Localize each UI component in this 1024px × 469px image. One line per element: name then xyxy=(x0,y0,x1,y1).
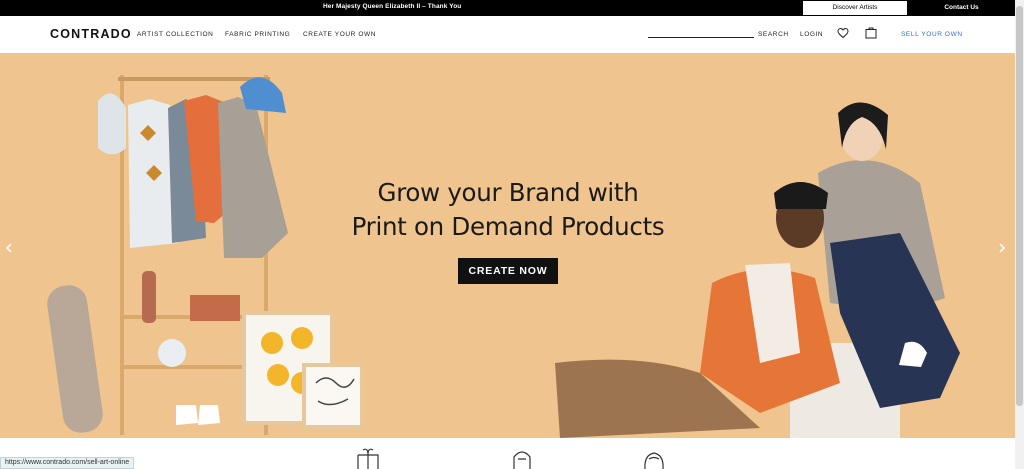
hero-banner[interactable]: Grow your Brand with Print on Demand Pro… xyxy=(0,53,1015,438)
nav-create-your-own[interactable]: CREATE YOUR OWN xyxy=(303,31,376,38)
contact-us-button[interactable]: Contact Us xyxy=(908,0,1015,16)
hero-illustration xyxy=(47,75,960,438)
heart-icon[interactable] xyxy=(837,27,849,39)
create-now-button[interactable]: CREATE NOW xyxy=(458,258,558,284)
gift-icon xyxy=(357,448,379,469)
hero-headline: Grow your Brand with Print on Demand Pro… xyxy=(320,176,696,244)
chevron-right-icon[interactable] xyxy=(996,242,1008,254)
site-header: CONTRADO ARTIST COLLECTION FABRIC PRINTI… xyxy=(0,16,1015,53)
announcement-message[interactable]: Her Majesty Queen Elizabeth II – Thank Y… xyxy=(323,3,461,10)
nav-fabric-printing[interactable]: FABRIC PRINTING xyxy=(225,31,290,38)
cushion-icon xyxy=(644,452,664,469)
search-input[interactable] xyxy=(648,37,754,38)
hero-headline-line1: Grow your Brand with xyxy=(377,178,639,207)
status-bar-url: https://www.contrado.com/sell-art-online xyxy=(0,457,135,469)
announcement-bar: Her Majesty Queen Elizabeth II – Thank Y… xyxy=(0,0,1015,16)
search-button[interactable]: SEARCH xyxy=(758,31,789,38)
discover-artists-button[interactable]: Discover Artists xyxy=(802,0,908,16)
sell-your-own-link[interactable]: SELL YOUR OWN xyxy=(901,31,963,38)
nav-artist-collection[interactable]: ARTIST COLLECTION xyxy=(137,31,213,38)
scrollbar-thumb[interactable] xyxy=(1016,6,1023,406)
site-logo[interactable]: CONTRADO xyxy=(50,27,132,41)
shopping-bag-icon[interactable] xyxy=(865,26,877,39)
tag-icon xyxy=(513,451,531,469)
login-link[interactable]: LOGIN xyxy=(800,31,823,38)
chevron-left-icon[interactable] xyxy=(3,242,15,254)
hero-headline-line2: Print on Demand Products xyxy=(351,212,665,241)
